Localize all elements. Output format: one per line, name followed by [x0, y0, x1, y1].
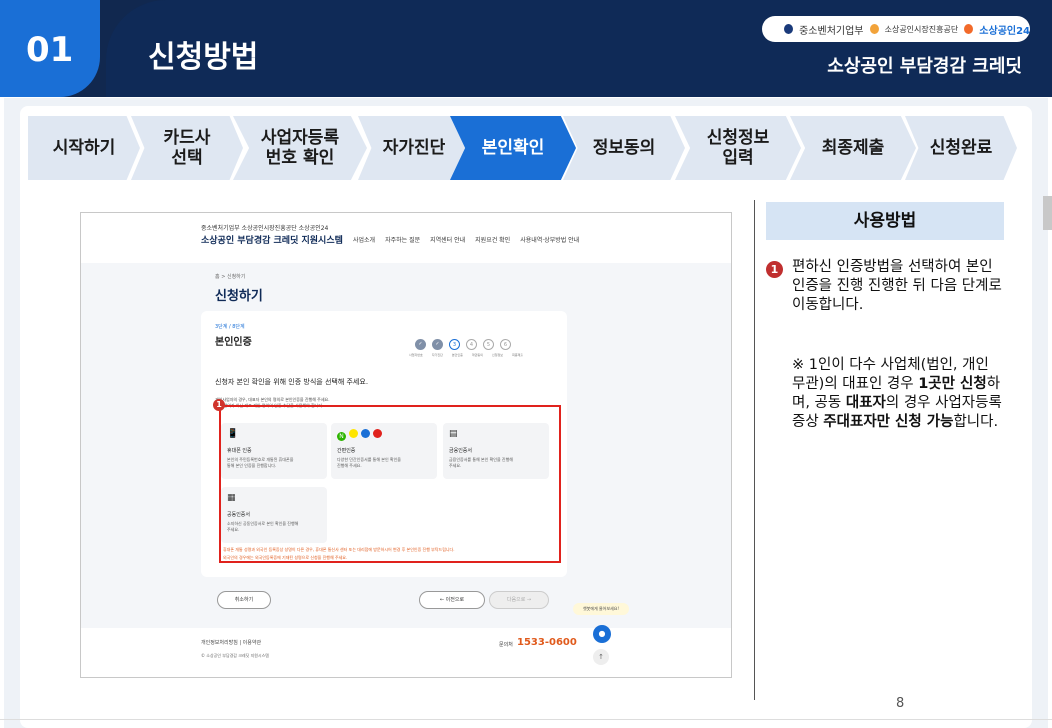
step-4: 자가진단 — [358, 116, 470, 180]
chatbot-icon[interactable]: ● — [593, 625, 611, 643]
site-nav-item[interactable]: 사업소개 — [353, 235, 375, 244]
step-3: 사업자등록 번호 확인 — [233, 116, 367, 180]
step-5: 본인확인 — [450, 116, 576, 180]
step-9: 신청완료 — [905, 116, 1017, 180]
logo-mss: 중소벤처기업부 — [799, 25, 864, 37]
site-logos: 중소벤처기업부 소상공인시장진흥공단 소상공인24 — [201, 225, 329, 232]
step-8: 최종제출 — [790, 116, 916, 180]
site-brand: 소상공인 부담경감 크레딧 지원시스템 — [201, 236, 343, 246]
phone-label: 문의처 — [499, 642, 513, 648]
header-subtitle: 소상공인 부담경감 크레딧 — [827, 56, 1022, 77]
divider — [754, 200, 755, 700]
site-nav-item[interactable]: 사용내역·상부방법 안내 — [520, 235, 579, 244]
prev-button[interactable]: ← 이전으로 — [419, 591, 485, 609]
step-label: 정보동의 — [592, 137, 656, 158]
step-7: 신청정보 입력 — [675, 116, 801, 180]
step-label: 최종제출 — [821, 137, 885, 158]
scroll-top-icon[interactable]: ↑ — [593, 649, 609, 665]
chatbot-tooltip: 챗봇에게 물어보세요! — [573, 603, 629, 615]
usage-note-bold: 1곳만 신청 — [918, 376, 987, 392]
next-button[interactable]: 다음으로 → — [489, 591, 549, 609]
page-number: 8 — [896, 696, 905, 711]
site-nav-item[interactable]: 지원요건 확인 — [475, 235, 510, 244]
sbiz24-logo-icon — [964, 24, 974, 34]
usage-step-number: 1 — [766, 261, 783, 278]
usage-text: 편하신 인증방법을 선택하여 본인인증을 진행 진행한 뒤 다음 단계로 이동합… — [792, 259, 1002, 313]
logo-semas: 소상공인시장진흥공단 — [884, 24, 959, 34]
logo-sbiz24: 소상공인24 — [979, 25, 1031, 37]
phone-number: 1533-0600 — [517, 637, 577, 648]
mss-logo-icon — [784, 24, 794, 34]
site-nav-item[interactable]: 지역센터 안내 — [430, 235, 465, 244]
website-screenshot: 중소벤처기업부 소상공인시장진흥공단 소상공인24 소상공인 부담경감 크레딧 … — [80, 212, 732, 678]
section-number: 01 — [26, 30, 74, 70]
section-number-tab: 01 — [0, 0, 100, 97]
warning-layer: 휴대폰 개통 성명과 외국인 등록증상 성명이 다른 경우, 휴대폰 통신사 센… — [201, 311, 567, 577]
page-title: 신청방법 — [148, 40, 259, 75]
step-label: 자가진단 — [382, 137, 446, 158]
step-1: 시작하기 — [28, 116, 140, 180]
step-label: 사업자등록 번호 확인 — [260, 127, 340, 168]
site-footer-links[interactable]: 개인정보처리방침 | 이용약관 — [201, 639, 261, 646]
step-label: 신청완료 — [929, 137, 993, 158]
step-label: 본인확인 — [481, 137, 545, 158]
site-copyright: © 소상공인 부담경감 크레딧 지원시스템 — [201, 653, 269, 658]
usage-note: ※ 1인이 다수 사업체(법인, 개인 무관)의 대표인 경우 1곳만 신청하며… — [792, 356, 1006, 432]
usage-note-bold: 주대표자만 신청 가능 — [823, 414, 954, 430]
partner-logos: 중소벤처기업부 소상공인시장진흥공단 소상공인24 — [762, 16, 1030, 42]
usage-note-bold: 대표자 — [845, 395, 886, 411]
site-page-title: 신청하기 — [215, 289, 263, 304]
cancel-button[interactable]: 취소하기 — [217, 591, 271, 609]
warning-text-2: 외국인의 경우에는 외국인등록증에 기재된 성명으로 신청을 진행해 주세요. — [223, 555, 348, 560]
usage-heading: 사용방법 — [766, 202, 1004, 240]
step-label: 시작하기 — [52, 137, 116, 158]
step-label: 신청정보 입력 — [706, 127, 770, 168]
site-nav: 사업소개 자주하는 질문 지역센터 안내 지원요건 확인 사용내역·상부방법 안… — [353, 235, 579, 244]
warning-text: 휴대폰 개통 성명과 외국인 등록증상 성명이 다른 경우, 휴대폰 통신사 센… — [223, 547, 455, 552]
site-nav-item[interactable]: 자주하는 질문 — [385, 235, 420, 244]
step-6: 정보동의 — [563, 116, 685, 180]
step-2: 카드사 선택 — [131, 116, 243, 180]
step-label: 카드사 선택 — [163, 127, 211, 168]
scrollbar-thumb[interactable] — [1043, 196, 1052, 230]
site-breadcrumb: 홈 > 신청하기 — [215, 274, 246, 280]
process-steps: 시작하기 카드사 선택 사업자등록 번호 확인 자가진단 본인확인 정보동의 신청정보 입력… — [28, 116, 1028, 180]
semas-logo-icon — [869, 24, 879, 34]
usage-note-part: 합니다. — [953, 414, 999, 430]
bottom-divider — [0, 719, 1052, 720]
